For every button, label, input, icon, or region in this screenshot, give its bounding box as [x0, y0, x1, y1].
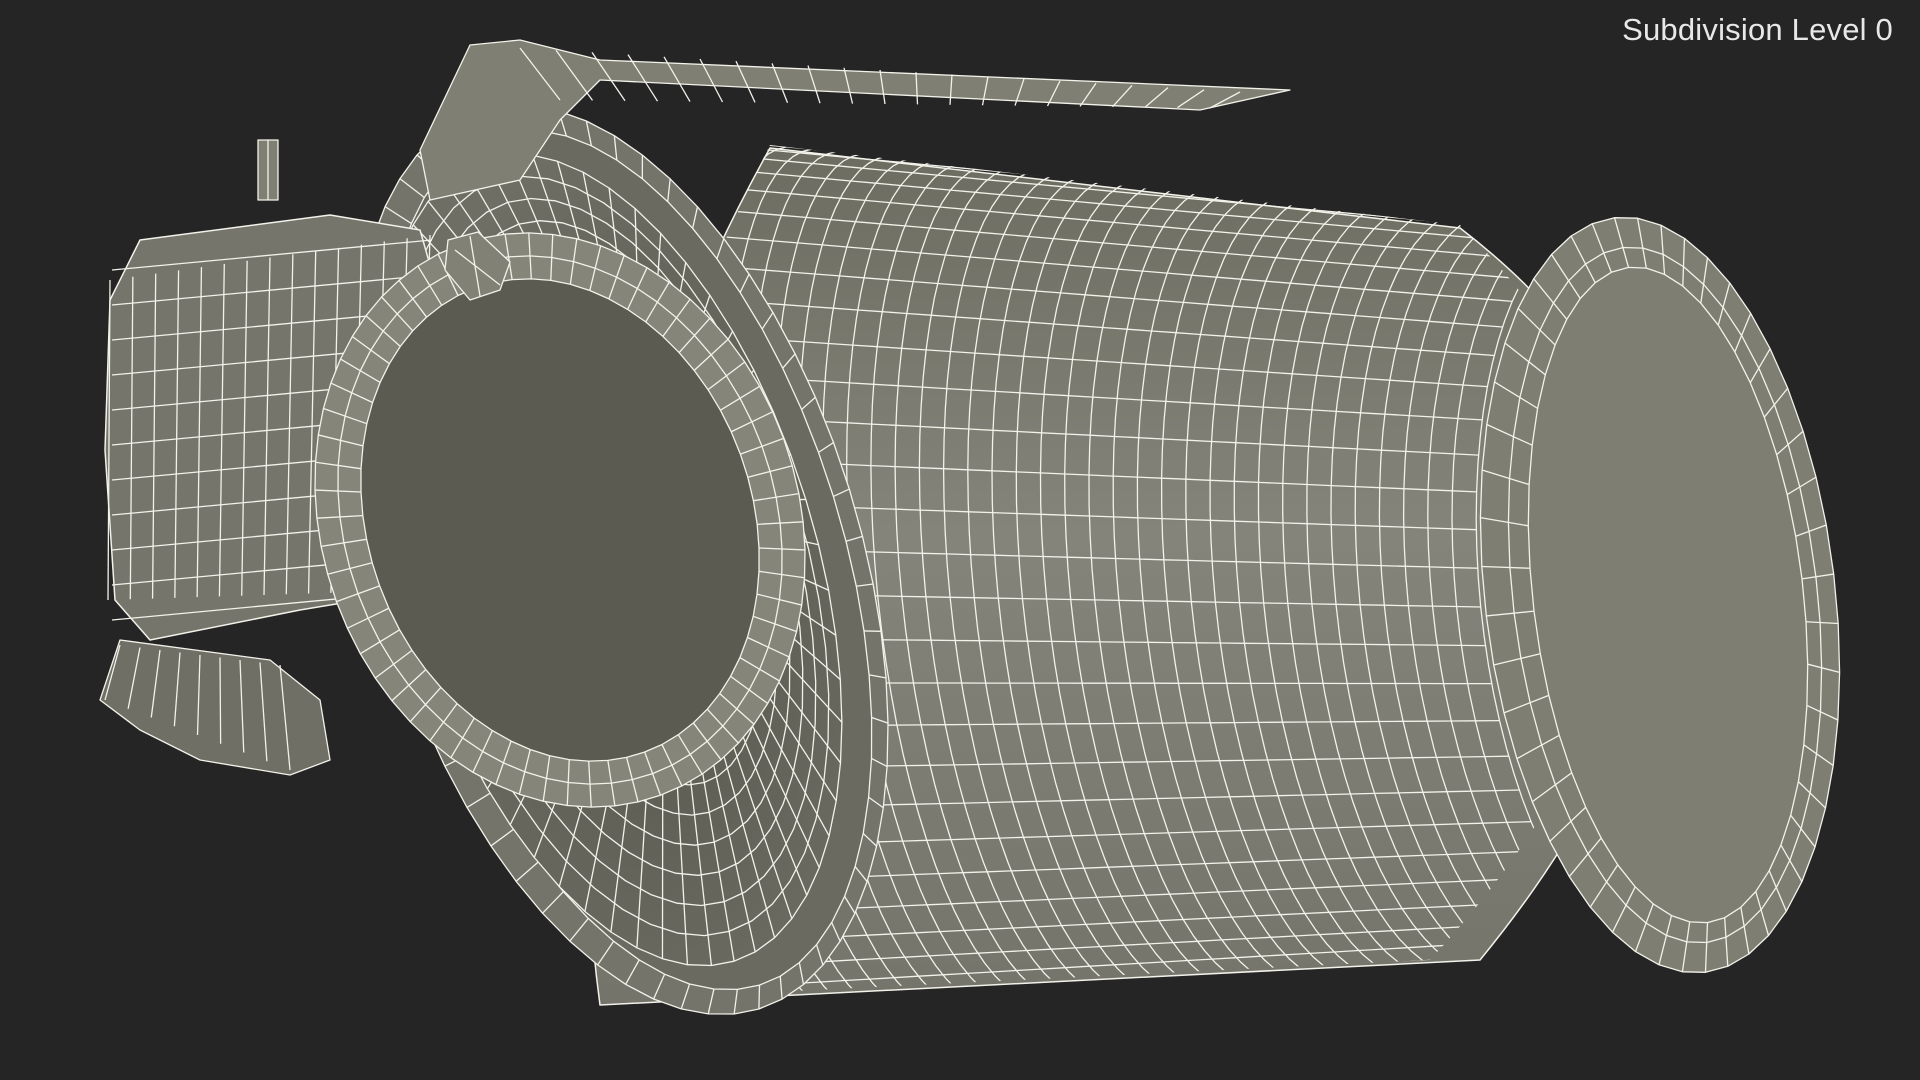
wireframe-model [99, 39, 1841, 1015]
render-viewport: Subdivision Level 0 [0, 0, 1920, 1080]
